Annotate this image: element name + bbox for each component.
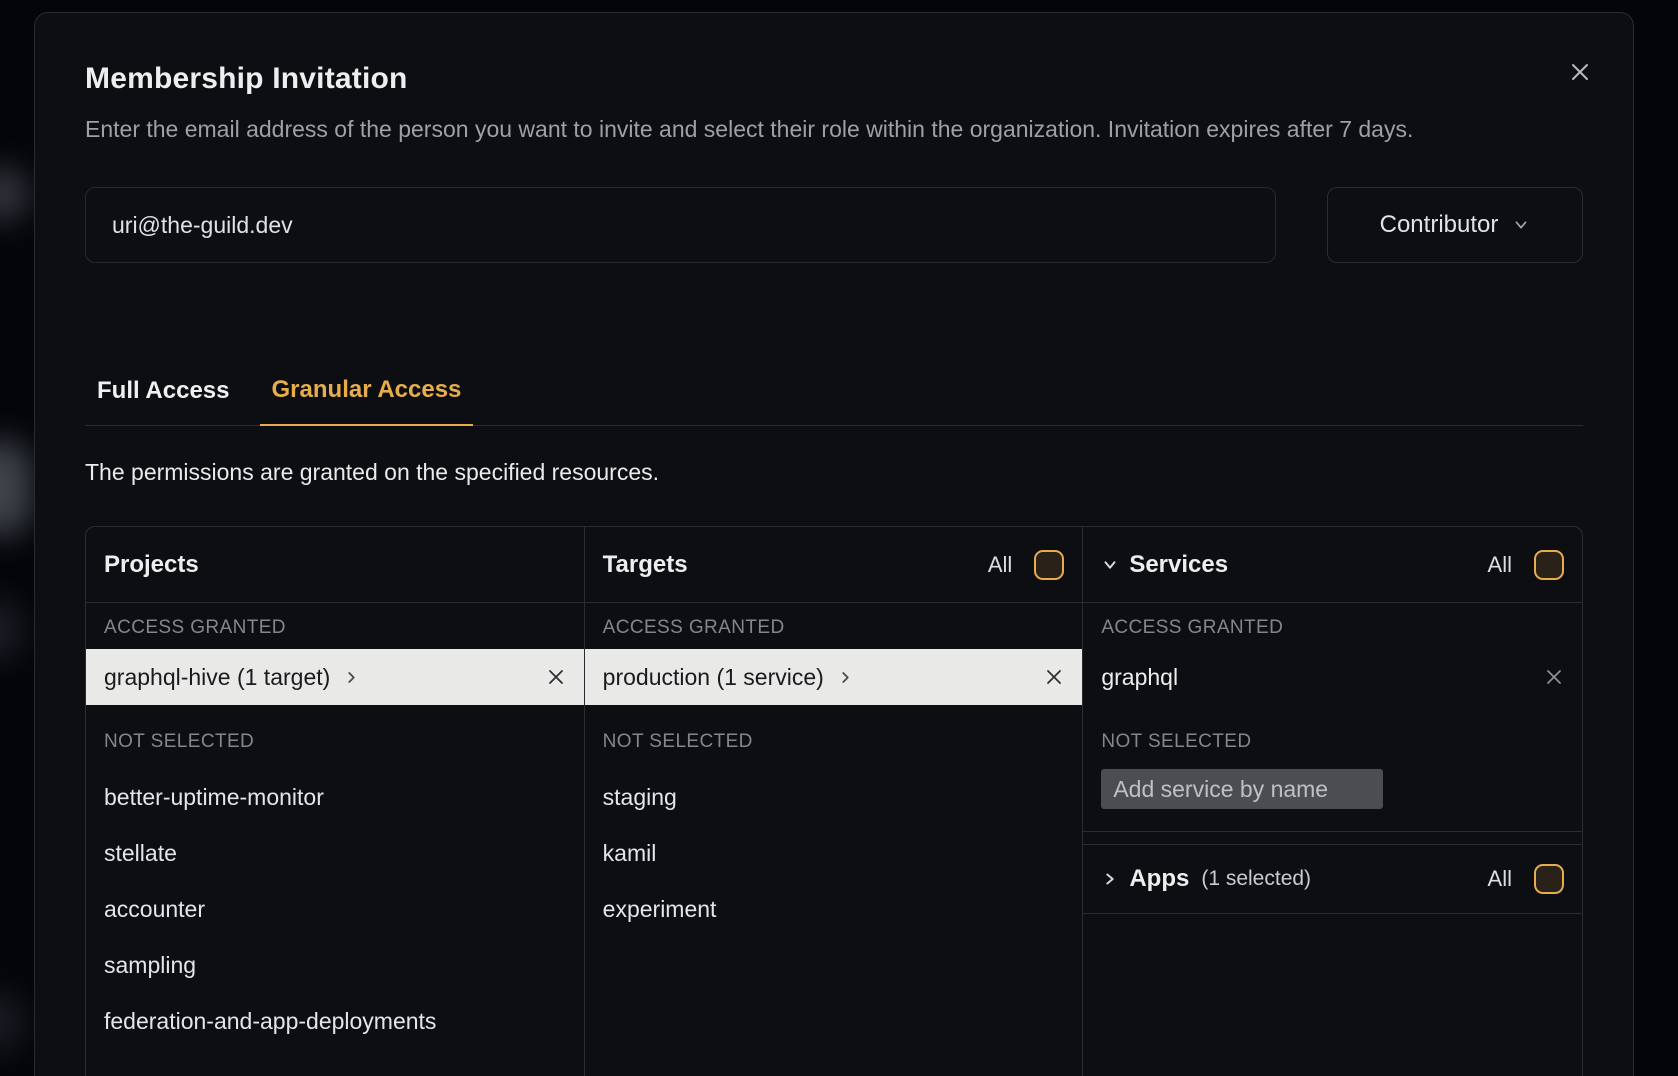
chevron-down-icon [1512, 215, 1530, 235]
target-list-item[interactable]: kamil [585, 825, 1083, 881]
dialog-description: Enter the email address of the person yo… [85, 111, 1583, 148]
services-all-label: All [1488, 552, 1512, 578]
targets-all-label: All [988, 552, 1012, 578]
permissions-note: The permissions are granted on the speci… [85, 458, 1583, 486]
backdrop-blur-blob [0, 992, 24, 1052]
services-section: ACCESS GRANTED graphql NOT SELECTED [1083, 603, 1582, 832]
services-not-selected-label: NOT SELECTED [1083, 729, 1582, 755]
close-icon [1568, 60, 1592, 84]
targets-not-selected-list: staging kamil experiment [585, 769, 1083, 937]
service-selected-row[interactable]: graphql [1083, 649, 1582, 705]
project-list-item[interactable]: sampling [86, 937, 584, 993]
targets-not-selected-label: NOT SELECTED [585, 729, 1083, 755]
target-list-item[interactable]: staging [585, 769, 1083, 825]
targets-all-checkbox[interactable] [1034, 550, 1064, 580]
services-column-header[interactable]: Services All [1083, 527, 1582, 603]
targets-header-label: Targets [603, 551, 688, 579]
tab-full-access[interactable]: Full Access [85, 376, 242, 425]
services-header-label: Services [1129, 551, 1228, 579]
projects-not-selected-label: NOT SELECTED [86, 729, 584, 755]
project-list-item[interactable]: federation-and-app-deployments [86, 993, 584, 1049]
resource-selection-table: Projects ACCESS GRANTED graphql-hive (1 … [85, 526, 1583, 1076]
dialog-title: Membership Invitation [85, 59, 1583, 99]
role-select[interactable]: Contributor [1327, 187, 1583, 263]
projects-not-selected-list: better-uptime-monitor stellate accounter… [86, 769, 584, 1049]
backdrop-blur-blob [0, 600, 22, 660]
remove-target-icon[interactable] [1044, 667, 1064, 687]
role-select-value: Contributor [1380, 211, 1499, 239]
backdrop-blur-blob [0, 168, 30, 220]
membership-invitation-dialog: Membership Invitation Enter the email ad… [34, 12, 1634, 1076]
email-input[interactable] [85, 187, 1276, 263]
apps-selected-count: (1 selected) [1201, 867, 1311, 891]
invite-row: Contributor [85, 187, 1583, 263]
targets-access-granted-label: ACCESS GRANTED [585, 615, 1083, 641]
project-list-item[interactable]: better-uptime-monitor [86, 769, 584, 825]
chevron-right-icon [838, 670, 853, 685]
target-selected-name: production (1 service) [603, 664, 824, 691]
projects-access-granted-label: ACCESS GRANTED [86, 615, 584, 641]
apps-all-checkbox[interactable] [1534, 864, 1564, 894]
target-list-item[interactable]: experiment [585, 881, 1083, 937]
project-list-item[interactable]: accounter [86, 881, 584, 937]
apps-accordion-row[interactable]: Apps (1 selected) All [1083, 844, 1582, 914]
project-selected-name: graphql-hive (1 target) [104, 664, 330, 691]
service-selected-name: graphql [1101, 664, 1178, 691]
apps-all-label: All [1488, 866, 1512, 892]
targets-column-header: Targets All [585, 527, 1083, 603]
services-all-checkbox[interactable] [1534, 550, 1564, 580]
remove-project-icon[interactable] [546, 667, 566, 687]
project-list-item[interactable]: stellate [86, 825, 584, 881]
chevron-down-icon [1101, 556, 1119, 574]
close-button[interactable] [1565, 57, 1595, 87]
services-column: Services All ACCESS GRANTED graphql NOT … [1083, 527, 1582, 1076]
access-tabs: Full Access Granular Access [85, 376, 1583, 426]
add-service-input[interactable] [1101, 769, 1383, 809]
projects-column-header: Projects [86, 527, 584, 603]
projects-column: Projects ACCESS GRANTED graphql-hive (1 … [86, 527, 585, 1076]
targets-column: Targets All ACCESS GRANTED production (1… [585, 527, 1084, 1076]
project-selected-row[interactable]: graphql-hive (1 target) [86, 649, 584, 705]
services-access-granted-label: ACCESS GRANTED [1083, 615, 1582, 641]
chevron-right-icon [344, 670, 359, 685]
remove-service-icon[interactable] [1544, 667, 1564, 687]
target-selected-row[interactable]: production (1 service) [585, 649, 1083, 705]
tab-granular-access[interactable]: Granular Access [260, 376, 474, 426]
projects-header-label: Projects [104, 551, 199, 579]
chevron-right-icon [1101, 870, 1119, 888]
apps-header-label: Apps [1129, 865, 1189, 893]
backdrop-blur-blob [0, 440, 32, 536]
